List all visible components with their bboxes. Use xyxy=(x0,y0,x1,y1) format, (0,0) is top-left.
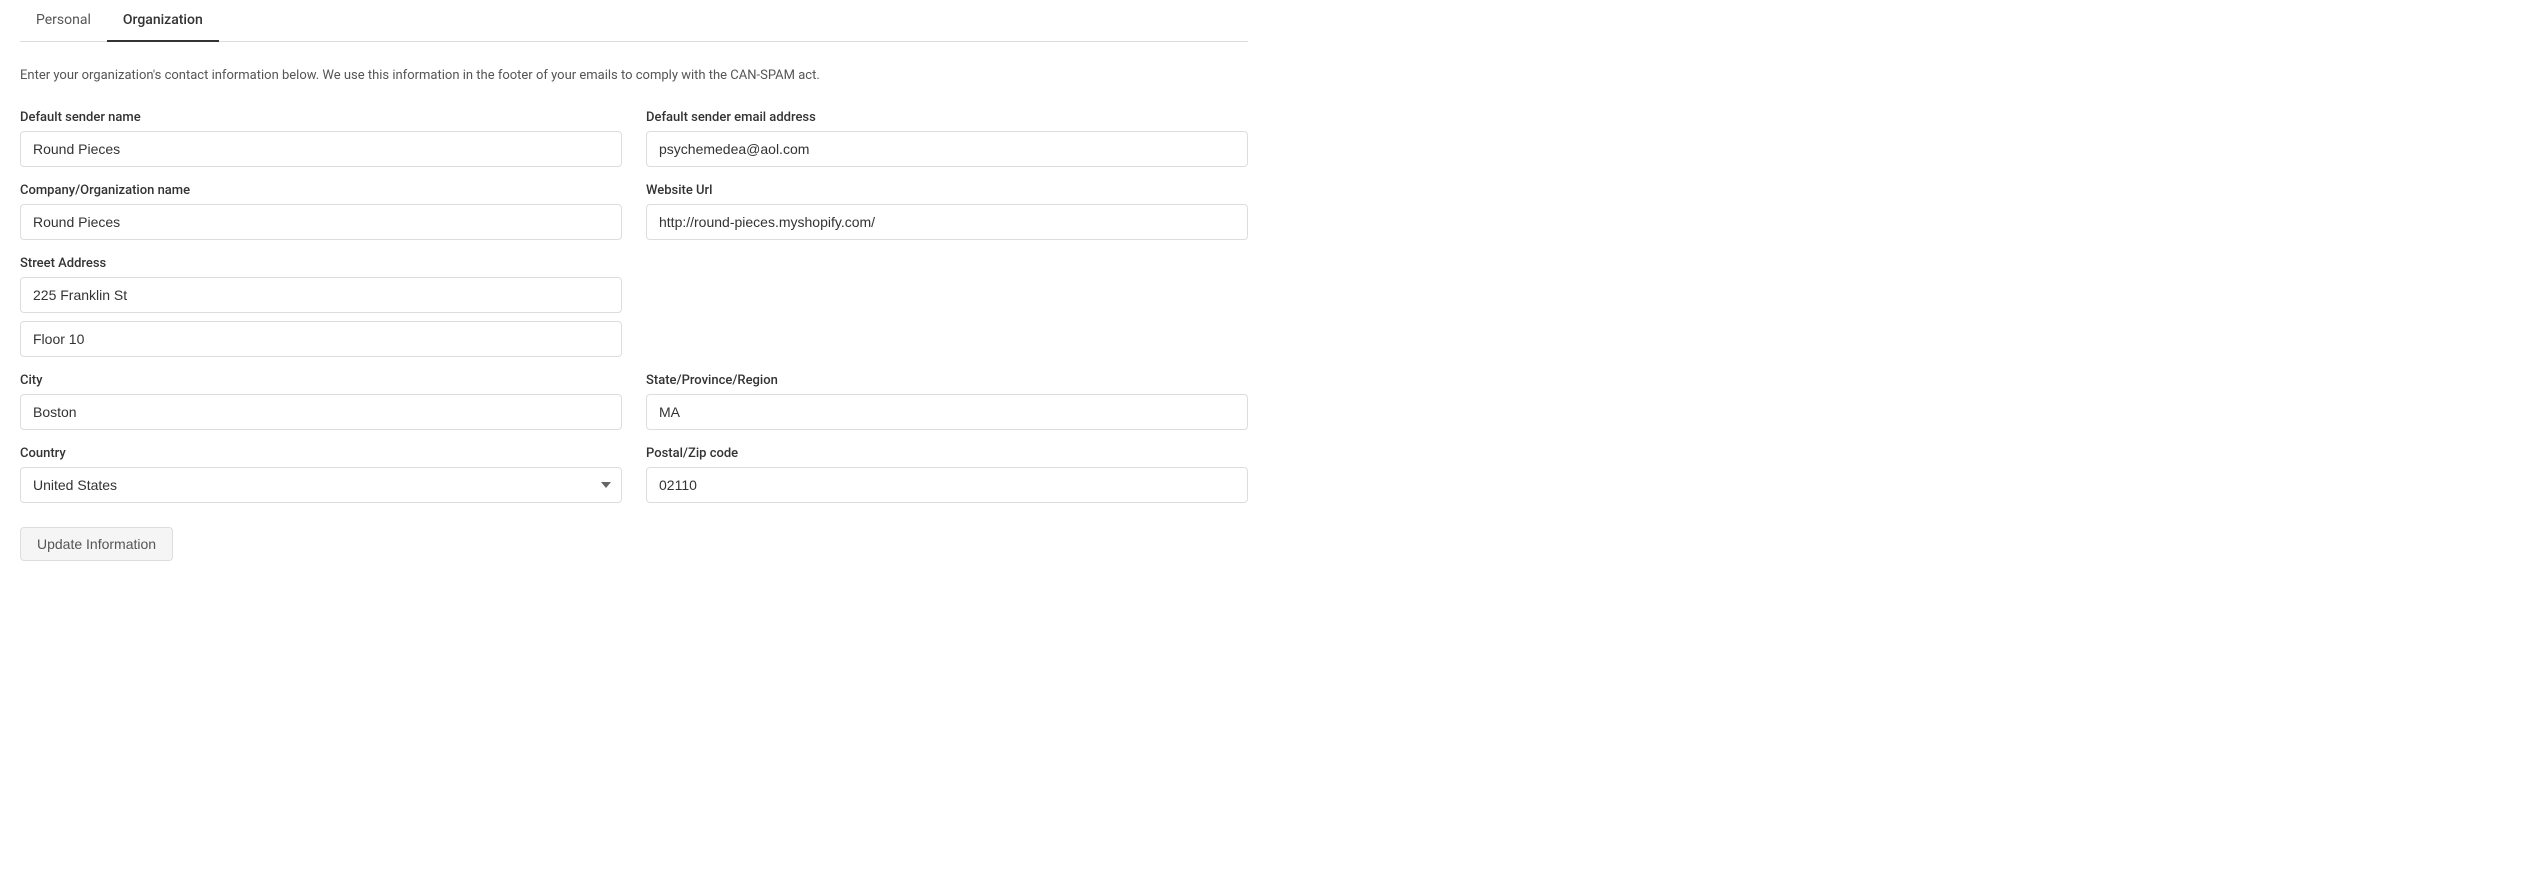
page-container: Personal Organization Enter your organiz… xyxy=(0,0,1268,601)
group-street-right-spacer xyxy=(646,256,1248,357)
input-postal[interactable] xyxy=(646,467,1248,503)
input-state[interactable] xyxy=(646,394,1248,430)
group-company-name: Company/Organization name xyxy=(20,183,622,240)
group-sender-email: Default sender email address xyxy=(646,110,1248,167)
label-sender-email: Default sender email address xyxy=(646,110,1248,125)
tab-personal[interactable]: Personal xyxy=(20,0,107,42)
input-sender-name[interactable] xyxy=(20,131,622,167)
input-company-name[interactable] xyxy=(20,204,622,240)
group-city: City xyxy=(20,373,622,430)
input-street-2[interactable] xyxy=(20,321,622,357)
label-state: State/Province/Region xyxy=(646,373,1248,388)
label-postal: Postal/Zip code xyxy=(646,446,1248,461)
group-street: Street Address xyxy=(20,256,622,357)
update-information-button[interactable]: Update Information xyxy=(20,527,173,561)
tabs-container: Personal Organization xyxy=(20,0,1248,42)
group-website-url: Website Url xyxy=(646,183,1248,240)
group-state: State/Province/Region xyxy=(646,373,1248,430)
input-sender-email[interactable] xyxy=(646,131,1248,167)
group-country: Country United States Canada United King… xyxy=(20,446,622,503)
row-sender: Default sender name Default sender email… xyxy=(20,110,1248,167)
group-sender-name: Default sender name xyxy=(20,110,622,167)
row-company: Company/Organization name Website Url xyxy=(20,183,1248,240)
tab-organization[interactable]: Organization xyxy=(107,0,219,42)
label-city: City xyxy=(20,373,622,388)
label-company-name: Company/Organization name xyxy=(20,183,622,198)
label-country: Country xyxy=(20,446,622,461)
row-street: Street Address xyxy=(20,256,1248,357)
input-city[interactable] xyxy=(20,394,622,430)
button-row: Update Information xyxy=(20,519,1248,561)
label-sender-name: Default sender name xyxy=(20,110,622,125)
input-street-1[interactable] xyxy=(20,277,622,313)
description-text: Enter your organization's contact inform… xyxy=(20,66,1248,86)
group-postal: Postal/Zip code xyxy=(646,446,1248,503)
select-country[interactable]: United States Canada United Kingdom xyxy=(20,467,622,503)
row-country-postal: Country United States Canada United King… xyxy=(20,446,1248,503)
input-website-url[interactable] xyxy=(646,204,1248,240)
label-website-url: Website Url xyxy=(646,183,1248,198)
row-city-state: City State/Province/Region xyxy=(20,373,1248,430)
label-street: Street Address xyxy=(20,256,622,271)
